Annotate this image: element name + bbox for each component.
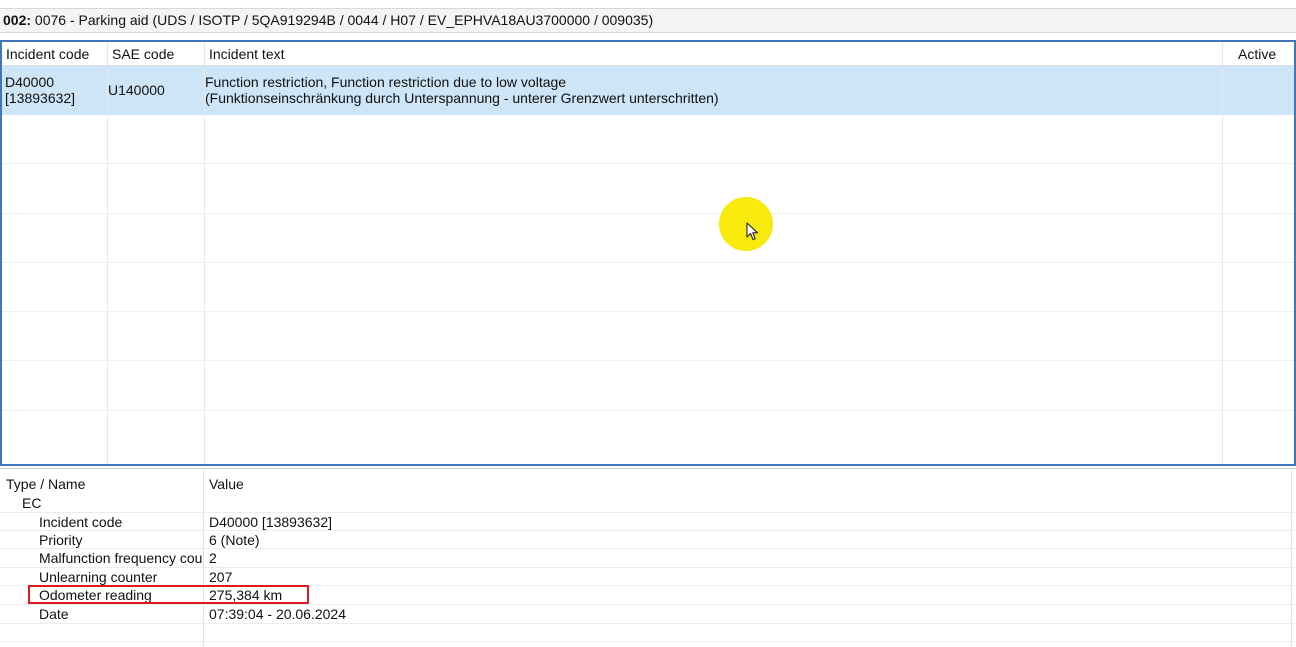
odometer-highlight-box — [28, 585, 309, 604]
detail-name: Date — [39, 606, 69, 622]
row-divider — [0, 604, 1296, 605]
row-divider — [2, 311, 1294, 312]
module-address: 002: — [3, 12, 32, 28]
row-divider — [0, 567, 1296, 568]
sae-code-cell: U140000 — [108, 82, 165, 98]
incident-list-panel[interactable]: Incident code SAE code Incident text Act… — [0, 40, 1296, 466]
row-divider — [0, 548, 1296, 549]
detail-value: D40000 [13893632] — [209, 514, 332, 530]
column-header-active[interactable]: Active — [1238, 46, 1276, 62]
incident-text-translation: (Funktionseinschränkung durch Unterspann… — [205, 90, 719, 106]
detail-name: Priority — [39, 532, 83, 548]
row-divider — [2, 360, 1294, 361]
column-divider — [1222, 42, 1223, 464]
detail-row[interactable]: Date 07:39:04 - 20.06.2024 — [0, 606, 1296, 624]
top-strip — [0, 0, 1296, 8]
row-divider — [2, 410, 1294, 411]
row-divider — [2, 262, 1294, 263]
incident-detail-panel[interactable]: Type / Name Value EC Incident code D4000… — [0, 468, 1296, 647]
detail-name: Unlearning counter — [39, 569, 158, 585]
module-header: 002: 0076 - Parking aid (UDS / ISOTP / 5… — [0, 8, 1296, 33]
column-divider — [107, 42, 108, 464]
module-title: 0076 - Parking aid (UDS / ISOTP / 5QA919… — [31, 12, 654, 28]
detail-value: 6 (Note) — [209, 532, 260, 548]
column-header-value[interactable]: Value — [209, 476, 244, 492]
detail-group-label: EC — [22, 495, 42, 511]
column-header-incident-code[interactable]: Incident code — [6, 46, 89, 62]
detail-group-row[interactable]: EC — [0, 495, 1296, 513]
detail-value: 07:39:04 - 20.06.2024 — [209, 606, 347, 622]
mouse-pointer-icon — [746, 222, 759, 241]
detail-name: Malfunction frequency coun — [39, 550, 202, 566]
header-divider — [2, 65, 1294, 66]
incident-code-cell: D40000 — [5, 74, 55, 90]
row-divider — [0, 530, 1296, 531]
incident-text-cell: Function restriction, Function restricti… — [205, 74, 567, 90]
detail-value: 207 — [209, 569, 233, 585]
row-divider — [2, 213, 1294, 214]
detail-row[interactable]: Malfunction frequency coun 2 — [0, 550, 1296, 568]
column-header-type-name[interactable]: Type / Name — [6, 476, 85, 492]
column-header-incident-text[interactable]: Incident text — [209, 46, 285, 62]
detail-value: 2 — [209, 550, 217, 566]
row-divider — [0, 512, 1296, 513]
incident-code-id: [13893632] — [5, 90, 76, 106]
detail-header-row: Type / Name Value — [0, 476, 1296, 494]
detail-name: Incident code — [39, 514, 123, 530]
row-divider — [2, 163, 1294, 164]
row-divider — [0, 623, 1296, 624]
column-header-sae-code[interactable]: SAE code — [112, 46, 174, 62]
row-divider — [0, 641, 1296, 642]
